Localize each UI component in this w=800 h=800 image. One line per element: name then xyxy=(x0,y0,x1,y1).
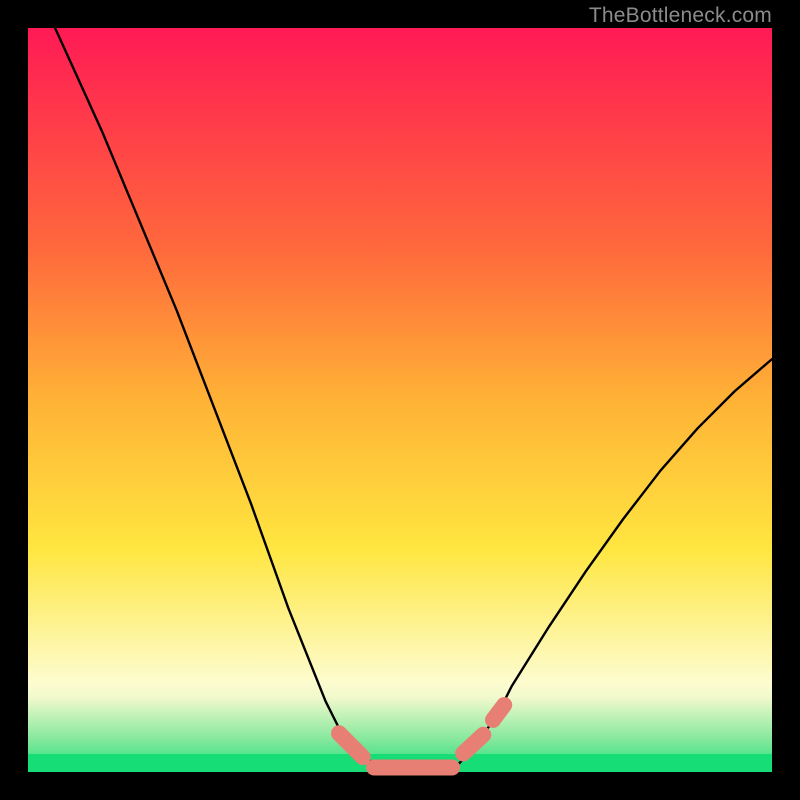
bottleneck-curve xyxy=(28,0,772,772)
curve-svg xyxy=(28,28,772,772)
watermark-text: TheBottleneck.com xyxy=(589,4,772,28)
marker-group xyxy=(339,705,504,768)
chart-stage: TheBottleneck.com xyxy=(0,0,800,800)
plot-area xyxy=(28,28,772,772)
trough-marker-2 xyxy=(463,735,483,754)
trough-marker-3 xyxy=(493,705,504,720)
trough-marker-0 xyxy=(339,733,363,757)
